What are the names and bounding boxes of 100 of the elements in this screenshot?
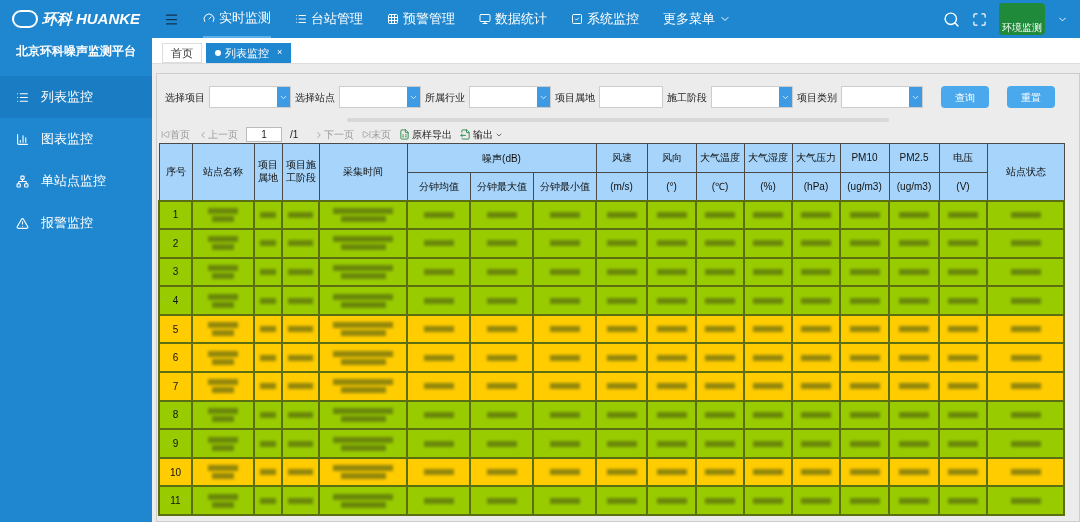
blurred-text — [208, 407, 238, 422]
table-row[interactable]: 1 — [159, 200, 1064, 230]
close-button[interactable]: × — [277, 46, 283, 60]
input-field[interactable] — [599, 86, 663, 108]
nav-item[interactable]: 数据统计 — [479, 0, 547, 38]
blurred-text — [801, 497, 831, 504]
blurred-text — [486, 383, 517, 390]
blurred-text — [208, 236, 238, 251]
blurred-text — [549, 240, 580, 247]
table-row[interactable]: 10 — [159, 457, 1064, 487]
sidebar-item[interactable]: 报警监控 — [0, 202, 152, 244]
blurred-text — [1010, 211, 1041, 218]
blurred-text — [705, 269, 735, 275]
blurred-text — [948, 497, 978, 504]
sidebar-item[interactable]: 单站点监控 — [0, 160, 152, 202]
page-tab[interactable]: 列表监控 × — [206, 43, 292, 63]
page-tab[interactable]: 首页 — [162, 43, 202, 63]
blurred-text — [288, 383, 313, 390]
blurred-text — [849, 269, 880, 275]
table-row[interactable]: 9 — [159, 429, 1064, 458]
blurred-text — [606, 469, 637, 476]
column-header: 大气温度 — [696, 143, 744, 173]
blurred-text — [753, 297, 783, 304]
column-header: 序号 — [159, 143, 192, 201]
blurred-text — [606, 297, 637, 304]
blurred-text — [801, 354, 831, 361]
blurred-text — [208, 465, 238, 480]
avatar[interactable]: 环境监测 — [999, 3, 1045, 35]
blurred-text — [288, 240, 313, 247]
nav-icon — [387, 13, 399, 25]
table-cell: 2 — [159, 229, 192, 258]
column-header: PM10 — [840, 143, 889, 173]
column-header: 分钟均值 — [407, 172, 470, 201]
blurred-text — [333, 493, 393, 508]
page-input[interactable]: 1 — [246, 127, 282, 142]
action-button[interactable]: 查询 — [941, 86, 989, 108]
blurred-text — [656, 326, 687, 333]
table-row[interactable]: 4 — [159, 286, 1064, 315]
blurred-text — [656, 269, 687, 275]
blurred-text — [899, 440, 929, 447]
table-cell: 4 — [159, 286, 192, 315]
blurred-text — [899, 269, 929, 275]
blurred-text — [705, 411, 735, 418]
nav-item[interactable]: 台站管理 — [295, 0, 363, 38]
first-page-button[interactable]: 首页 — [161, 127, 190, 142]
table-row[interactable]: 3 — [159, 257, 1064, 287]
blurred-text — [486, 411, 517, 418]
sidebar-item[interactable]: 列表监控 — [0, 76, 152, 118]
blurred-text — [606, 269, 637, 275]
blurred-text — [333, 407, 393, 422]
table-cell: 9 — [159, 429, 192, 458]
nav-icon — [203, 12, 215, 24]
export-raw-button[interactable]: 原样导出 — [399, 127, 453, 142]
blurred-text — [656, 354, 687, 361]
blurred-text — [656, 383, 687, 390]
blurred-text — [899, 354, 929, 361]
blurred-text — [849, 469, 880, 476]
column-header: 分钟最小值 — [533, 172, 596, 201]
blurred-text — [1010, 240, 1041, 247]
logo-icon — [11, 10, 38, 28]
select-field[interactable] — [209, 86, 291, 108]
table-row[interactable]: 5 — [159, 314, 1064, 344]
nav-item[interactable]: 预警管理 — [387, 0, 455, 38]
search-icon[interactable] — [943, 10, 960, 28]
blurred-text — [656, 440, 687, 447]
fullscreen-icon[interactable] — [972, 11, 987, 27]
table-row[interactable]: 8 — [159, 400, 1064, 430]
blurred-text — [753, 440, 783, 447]
action-button[interactable]: 重置 — [1007, 86, 1055, 108]
nav-item[interactable]: 更多菜单 — [663, 0, 731, 38]
nav-icon — [479, 13, 491, 25]
blurred-text — [333, 322, 393, 337]
column-header: 项目属地 — [254, 143, 282, 201]
blurred-text — [849, 497, 880, 504]
table-row[interactable]: 2 — [159, 229, 1064, 258]
blurred-text — [948, 297, 978, 304]
select-field[interactable] — [469, 86, 551, 108]
blurred-text — [260, 354, 276, 361]
last-page-button[interactable]: 末页 — [362, 127, 392, 142]
export-button[interactable]: 输出 — [460, 127, 504, 142]
blurred-text — [948, 411, 978, 418]
blurred-text — [333, 379, 393, 394]
blurred-text — [486, 440, 517, 447]
blurred-text — [486, 469, 517, 476]
blurred-text — [208, 207, 238, 222]
table-row[interactable]: 6 — [159, 343, 1064, 373]
select-field[interactable] — [841, 86, 923, 108]
blurred-text — [948, 469, 978, 476]
sidebar-item[interactable]: 图表监控 — [0, 118, 152, 160]
select-field[interactable] — [339, 86, 421, 108]
blurred-text — [549, 211, 580, 218]
blurred-text — [801, 326, 831, 333]
nav-item[interactable]: 系统监控 — [571, 0, 639, 38]
spreadsheet-icon — [399, 129, 411, 140]
select-field[interactable] — [711, 86, 793, 108]
blurred-text — [423, 326, 454, 333]
blurred-text — [705, 354, 735, 361]
table-row[interactable]: 11 — [159, 486, 1064, 516]
table-row[interactable]: 7 — [159, 372, 1064, 401]
blurred-text — [423, 269, 454, 275]
